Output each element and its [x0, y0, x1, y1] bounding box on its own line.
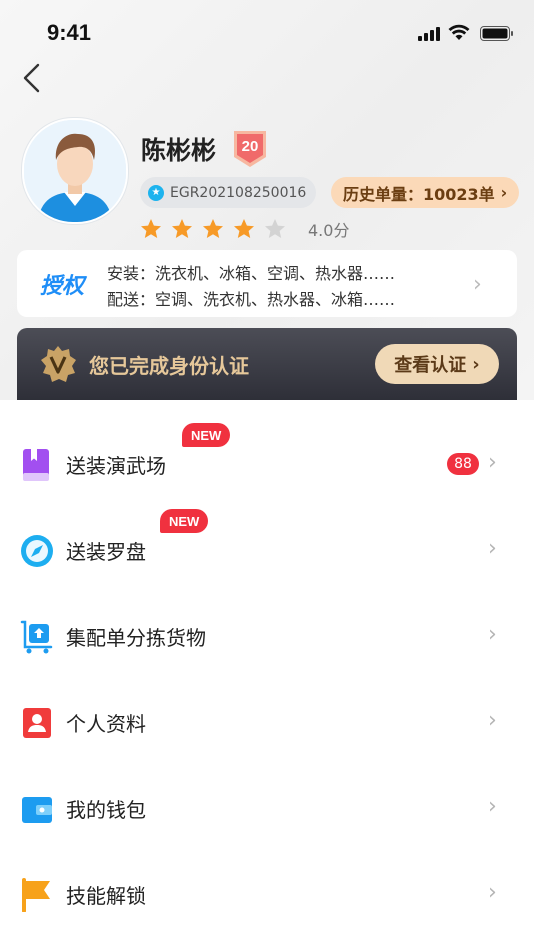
menu-item-label: 个人资料 [66, 712, 146, 736]
new-badge: NEW [182, 423, 231, 447]
authorization-install: 安装：洗衣机、冰箱、空调、热水器…… [107, 264, 396, 283]
person-avatar-icon [24, 120, 126, 222]
history-orders-text: 历史单量：10023单 [343, 184, 495, 204]
rating-stars: 4.0分 [140, 217, 349, 241]
chevron-right-icon: › [488, 622, 497, 647]
menu-item-sorting[interactable]: 集配单分拣货物 › [0, 596, 534, 682]
flag-icon [22, 878, 50, 912]
history-orders-button[interactable]: 历史单量：10023单 › [331, 177, 520, 208]
star-icon [172, 219, 192, 238]
menu-item-profile[interactable]: 个人资料 › [0, 682, 534, 768]
menu-item-wallet[interactable]: 我的钱包 › [0, 768, 534, 854]
employee-id-pill: ★ EGR202108250016 [140, 177, 317, 208]
chevron-right-icon: › [473, 272, 482, 297]
chevron-right-icon: › [488, 450, 497, 475]
level-badge: 20 [232, 129, 268, 169]
menu-item-label: 送装演武场 [66, 454, 166, 478]
menu-item-label: 技能解锁 [66, 884, 146, 908]
status-time: 9:41 [47, 20, 92, 45]
star-icon [141, 219, 161, 238]
verification-text: 您已完成身份认证 [89, 354, 249, 378]
menu-item-label: 集配单分拣货物 [66, 626, 206, 650]
chevron-right-icon: › [488, 794, 497, 819]
wallet-icon [22, 797, 52, 823]
star-icon [203, 219, 223, 238]
menu-item-practice-arena[interactable]: 送装演武场 NEW 88 › [0, 423, 534, 510]
verification-banner: 您已完成身份认证 查看认证 › [17, 328, 517, 400]
level-number: 20 [241, 138, 259, 155]
star-badge-icon: ★ [148, 184, 164, 201]
authorization-card[interactable]: 授权 安装：洗衣机、冰箱、空调、热水器…… 配送：空调、洗衣机、热水器、冰箱……… [17, 250, 517, 317]
menu-item-label: 送装罗盘 [66, 540, 146, 564]
avatar[interactable] [22, 118, 128, 224]
view-verification-label: 查看认证 [394, 355, 467, 376]
menu-item-compass[interactable]: 送装罗盘 NEW › [0, 509, 534, 596]
back-arrow-icon[interactable] [20, 62, 48, 94]
view-verification-button[interactable]: 查看认证 › [375, 344, 499, 384]
battery-icon [480, 26, 513, 41]
star-empty-icon [265, 219, 285, 238]
new-badge: NEW [160, 509, 209, 533]
authorization-tag: 授权 [40, 274, 85, 299]
chevron-right-icon: › [488, 708, 497, 733]
menu-item-skill-unlock[interactable]: 技能解锁 › [0, 854, 534, 940]
user-name: 陈彬彬 [141, 136, 217, 165]
status-bar: 9:41 [0, 0, 534, 64]
signal-icon [418, 27, 440, 41]
rating-score: 4.0分 [308, 221, 350, 240]
contact-card-icon [23, 708, 51, 738]
star-icon [234, 219, 254, 238]
employee-id: EGR202108250016 [170, 184, 307, 201]
menu-list: 送装演武场 NEW 88 › 送装罗盘 NEW › 集配单分拣货物 › 个人资料… [0, 400, 534, 950]
chevron-right-icon: › [472, 353, 480, 375]
chevron-right-icon: › [488, 536, 497, 561]
chevron-right-icon: › [488, 880, 497, 905]
cart-upload-icon [20, 620, 53, 654]
verified-v-badge-icon [41, 346, 76, 382]
profile-header: 9:41 陈彬彬 20 ★ EGR202108250016 历史单量：10023… [0, 0, 534, 400]
book-icon [23, 449, 49, 481]
authorization-delivery: 配送：空调、洗衣机、热水器、冰箱…… [107, 290, 396, 309]
compass-icon [21, 535, 53, 567]
wifi-icon [448, 24, 470, 40]
chevron-right-icon: › [500, 183, 508, 202]
menu-item-label: 我的钱包 [66, 798, 146, 822]
count-badge: 88 [447, 453, 479, 475]
